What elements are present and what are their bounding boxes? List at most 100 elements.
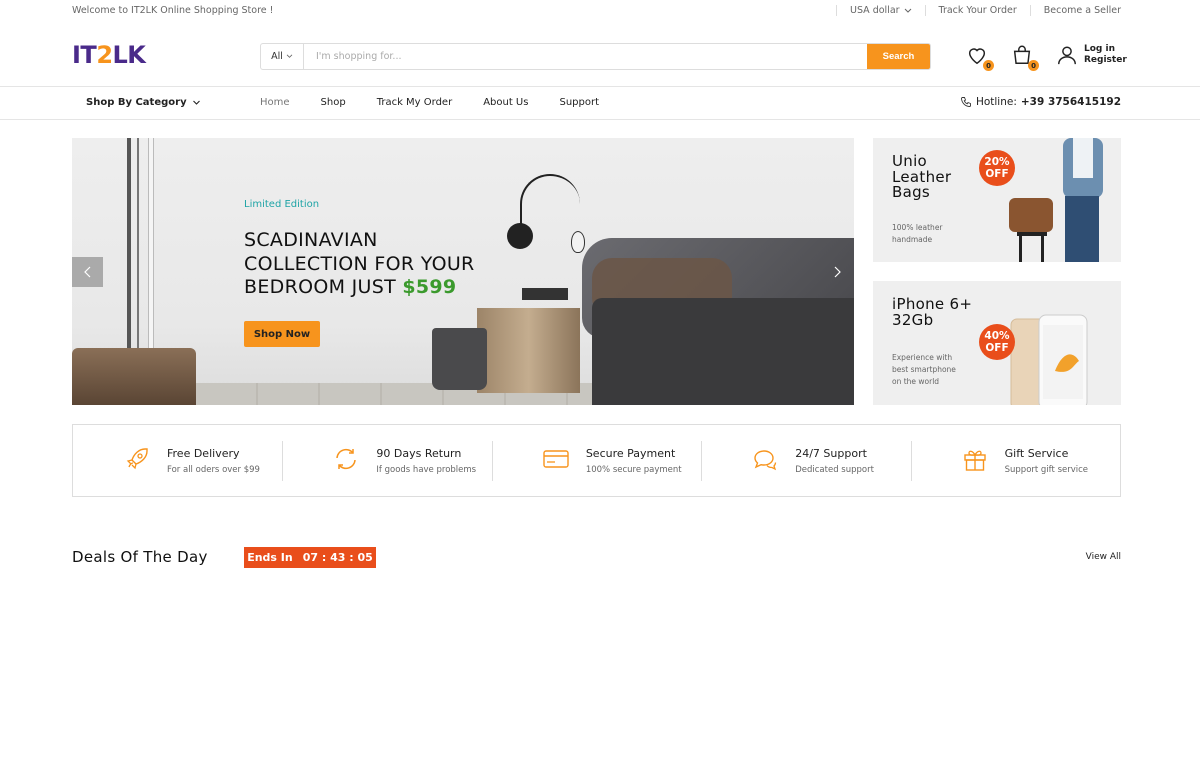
deals-of-the-day-title: Deals Of The Day (72, 548, 208, 566)
iphone-image (1010, 314, 1088, 405)
hero-image-lamp-arm (520, 174, 580, 234)
hero-price: $599 (402, 276, 457, 298)
discount-badge: 40% OFF (979, 324, 1015, 360)
banner-description: 100% leather handmade (892, 222, 943, 246)
account-link[interactable]: Log in Register (1056, 44, 1127, 66)
nav-link-home[interactable]: Home (260, 97, 290, 108)
feature-secure-payment: Secure Payment 100% secure payment (491, 425, 701, 496)
slider-next-button[interactable] (830, 262, 844, 282)
search-category-label: All (271, 51, 283, 62)
feature-desc: Dedicated support (795, 465, 874, 475)
main-nav: Shop By Category Home Shop Track My Orde… (0, 86, 1200, 120)
banner-description: Experience with best smartphone on the w… (892, 352, 956, 388)
nav-link-support[interactable]: Support (559, 97, 599, 108)
chat-icon (754, 450, 777, 471)
phone-icon (960, 97, 971, 107)
banner-desc-line: Experience with (892, 353, 953, 362)
search-input[interactable] (304, 44, 867, 69)
hero-image-lamp-mount (507, 223, 533, 249)
cart-button[interactable]: 0 (1011, 44, 1039, 71)
become-seller-link[interactable]: Become a Seller (1029, 5, 1121, 16)
hero-image-bulb (571, 231, 585, 253)
track-your-order-link[interactable]: Track Your Order (924, 5, 1030, 16)
nav-link-shop[interactable]: Shop (321, 97, 346, 108)
hero-image-bed (592, 298, 854, 405)
logo-text-right: LK (112, 41, 146, 69)
feature-desc: 100% secure payment (585, 465, 682, 475)
feature-desc: For all oders over $99 (167, 465, 260, 475)
hotline-label: Hotline: (975, 96, 1017, 108)
feature-title: 24/7 Support (795, 447, 867, 460)
countdown-timer: 07 : 43 : 05 (302, 551, 373, 564)
banner-desc-line: on the world (892, 377, 940, 386)
feature-title: Secure Payment (585, 447, 676, 460)
wishlist-count-badge: 0 (983, 60, 994, 71)
banner-desc-line: best smartphone (892, 365, 956, 374)
hero-title: SCADINAVIAN COLLECTION FOR YOUR BEDROOM … (244, 229, 475, 300)
hero-title-text: BEDROOM JUST (244, 276, 396, 298)
hero-title-line: COLLECTION FOR YOUR (244, 252, 475, 275)
nav-link-track-my-order[interactable]: Track My Order (377, 97, 453, 108)
feature-desc: If goods have problems (376, 465, 477, 475)
banner-title: iPhone 6+ 32Gb (892, 296, 972, 329)
top-bar-links: USA dollar Track Your Order Become a Sel… (836, 5, 1121, 16)
feature-title: Gift Service (1004, 447, 1069, 460)
shop-by-category-dropdown[interactable]: Shop By Category (86, 97, 201, 108)
hero-slider: Limited Edition SCADINAVIAN COLLECTION F… (72, 138, 854, 405)
banner-desc-line: handmade (892, 235, 933, 244)
register-link[interactable]: Register (1084, 55, 1127, 66)
view-all-link[interactable]: View All (1086, 552, 1121, 562)
chevron-down-icon (192, 100, 200, 105)
gift-icon (963, 450, 986, 471)
nav-links: Home Shop Track My Order About Us Suppor… (260, 97, 630, 108)
chevron-right-icon (834, 266, 841, 278)
chevron-left-icon (83, 266, 90, 278)
feature-90-days-return: 90 Days Return If goods have problems (282, 425, 491, 496)
hotline-number[interactable]: +39 3756415192 (1021, 96, 1121, 108)
logo-text-left: IT (72, 41, 97, 69)
discount-percent: 40% (984, 330, 1010, 342)
welcome-text: Welcome to IT2LK Online Shopping Store ! (72, 5, 274, 16)
banner-title-line: Bags (892, 183, 931, 201)
slider-prev-button[interactable] (72, 257, 103, 287)
currency-label: USA dollar (850, 5, 900, 16)
shop-by-category-label: Shop By Category (86, 97, 187, 108)
discount-badge: 20% OFF (979, 150, 1015, 186)
account-labels: Log in Register (1084, 44, 1127, 66)
login-link[interactable]: Log in (1084, 44, 1127, 55)
hero-title-line: SCADINAVIAN (244, 229, 378, 251)
discount-label: OFF (985, 168, 1009, 180)
banner-desc-line: 100% leather (892, 223, 943, 232)
features-strip: Free Delivery For all oders over $99 90 … (72, 424, 1121, 497)
hero-title-line: BEDROOM JUST $599 (244, 276, 475, 300)
feature-free-delivery: Free Delivery For all oders over $99 (73, 425, 282, 496)
feature-title: Free Delivery (167, 447, 240, 460)
rocket-icon (126, 448, 148, 470)
header: IT 2 LK All Search 0 0 Log in Register (0, 22, 1200, 86)
hero-image-side-table (477, 308, 580, 393)
hotline: Hotline: +39 3756415192 (960, 96, 1121, 108)
cart-count-badge: 0 (1028, 60, 1039, 71)
wishlist-button[interactable]: 0 (966, 44, 994, 71)
feature-title: 90 Days Return (376, 447, 462, 460)
nav-link-about-us[interactable]: About Us (483, 97, 528, 108)
feature-desc: Support gift service (1004, 465, 1089, 475)
shop-now-button[interactable]: Shop Now (244, 321, 320, 347)
logo-text-mid: 2 (96, 41, 113, 69)
promo-banner-leather-bags[interactable]: Unio Leather Bags 100% leather handmade … (873, 138, 1121, 262)
top-bar: Welcome to IT2LK Online Shopping Store !… (0, 0, 1200, 22)
credit-card-icon (543, 450, 569, 468)
search-button[interactable]: Search (867, 44, 930, 69)
banner-title-line: 32Gb (892, 310, 934, 329)
chevron-down-icon (286, 54, 293, 58)
currency-selector[interactable]: USA dollar (836, 5, 925, 16)
search-category-select[interactable]: All (261, 44, 304, 69)
hero-subtitle: Limited Edition (244, 199, 320, 210)
discount-label: OFF (985, 342, 1009, 354)
logo[interactable]: IT 2 LK (72, 41, 146, 69)
promo-banner-iphone[interactable]: iPhone 6+ 32Gb Experience with best smar… (873, 281, 1121, 405)
user-icon (1058, 46, 1076, 65)
countdown-badge: Ends In 07 : 43 : 05 (244, 547, 376, 568)
hero-image-books (522, 288, 568, 300)
feature-gift-service: Gift Service Support gift service (910, 425, 1120, 496)
